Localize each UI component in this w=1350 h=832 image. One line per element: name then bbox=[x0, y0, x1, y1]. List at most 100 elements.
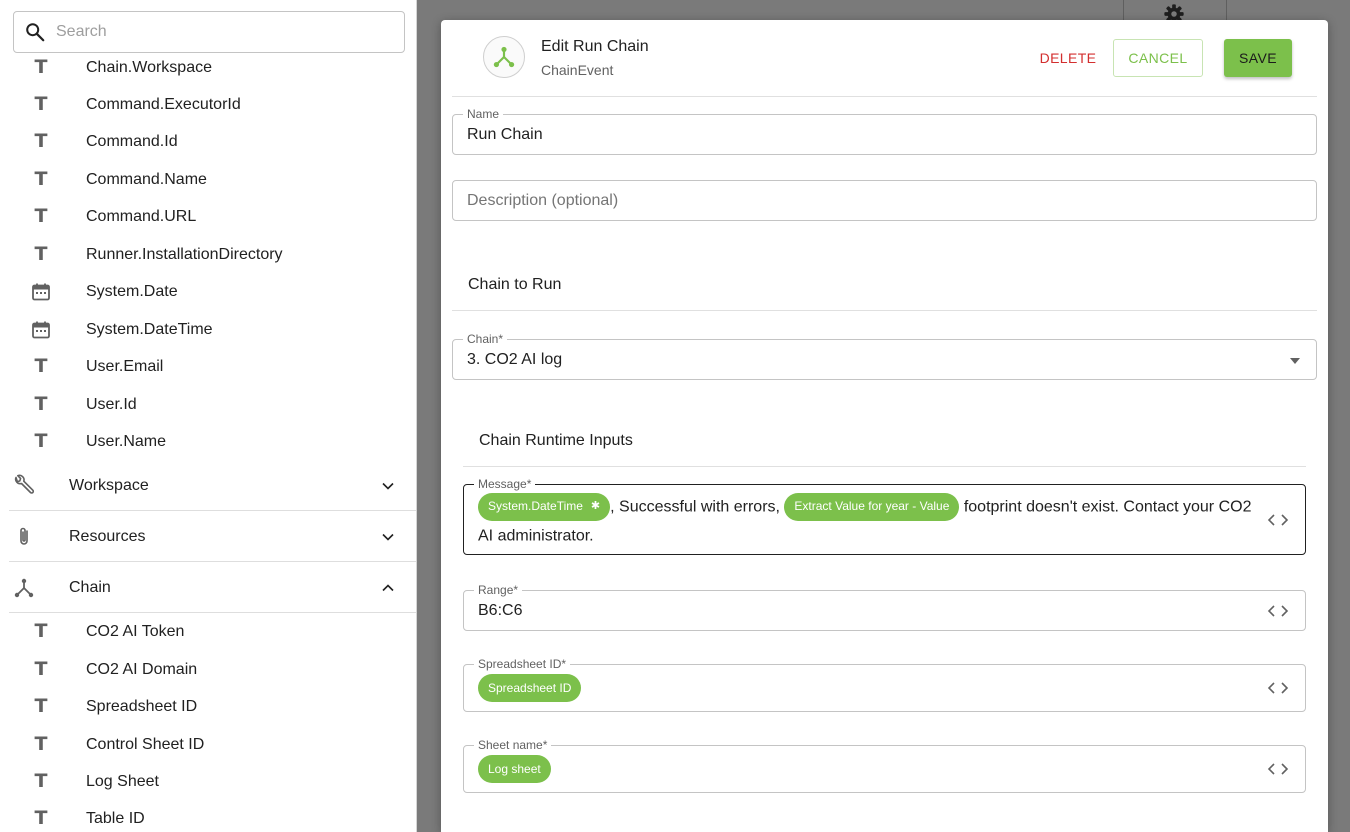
dropdown-arrow-icon[interactable] bbox=[1289, 357, 1301, 365]
variable-chip[interactable]: Log sheet bbox=[478, 755, 551, 783]
variable-label: Runner.InstallationDirectory bbox=[86, 245, 283, 263]
variable-item[interactable]: System.Date bbox=[0, 273, 416, 310]
variable-label: User.Id bbox=[86, 395, 137, 413]
variable-item[interactable]: T Runner.InstallationDirectory bbox=[0, 236, 416, 273]
variable-label: System.Date bbox=[86, 282, 178, 300]
variable-item[interactable]: T Command.URL bbox=[0, 198, 416, 235]
variable-label: System.DateTime bbox=[86, 320, 213, 338]
variable-label: Chain.Workspace bbox=[86, 58, 212, 76]
variable-label: User.Name bbox=[86, 432, 167, 450]
chain-variable-item[interactable]: T Table ID bbox=[0, 800, 416, 832]
variable-item[interactable]: T Command.Id bbox=[0, 123, 416, 160]
chain-select[interactable]: Chain* 3. CO2 AI log bbox=[452, 332, 1317, 380]
text-type-icon: T bbox=[34, 695, 48, 717]
message-field[interactable]: Message* System.DateTime ✱ , Successful wi… bbox=[463, 477, 1306, 555]
chain-variable-item[interactable]: T Log Sheet bbox=[0, 763, 416, 800]
text-type-icon: T bbox=[34, 807, 48, 829]
cancel-button[interactable]: CANCEL bbox=[1113, 39, 1203, 77]
section-chain[interactable]: Chain bbox=[9, 563, 416, 613]
chain-logo-icon bbox=[483, 36, 525, 78]
chevron-up-icon[interactable] bbox=[381, 581, 395, 595]
message-content[interactable]: System.DateTime ✱ , Successful with errors… bbox=[478, 492, 1268, 551]
text-type-icon: T bbox=[34, 770, 48, 792]
variable-label: CO2 AI Token bbox=[86, 622, 185, 640]
chain-variable-item[interactable]: T Spreadsheet ID bbox=[0, 688, 416, 725]
save-button[interactable]: SAVE bbox=[1224, 39, 1292, 77]
text-type-icon: T bbox=[34, 393, 48, 415]
text-type-icon: T bbox=[34, 243, 48, 265]
code-toggle-icon[interactable] bbox=[1267, 762, 1289, 776]
sheet-name-label: Sheet name* bbox=[474, 738, 552, 752]
dialog-header: Edit Run Chain ChainEvent DELETE CANCEL … bbox=[441, 20, 1328, 97]
dialog-subtitle: ChainEvent bbox=[541, 62, 614, 78]
variable-item[interactable]: T Command.ExecutorId bbox=[0, 86, 416, 123]
variables-panel: T Chain.Workspace T Command.ExecutorId T… bbox=[0, 0, 417, 832]
chain-variable-item[interactable]: T CO2 AI Token bbox=[0, 613, 416, 650]
calendar-icon bbox=[30, 319, 52, 341]
variable-label: User.Email bbox=[86, 357, 164, 375]
text-type-icon: T bbox=[34, 620, 48, 642]
chain-variable-item[interactable]: T Control Sheet ID bbox=[0, 726, 416, 763]
message-text: , Successful with errors, bbox=[610, 498, 785, 516]
section-label: Resources bbox=[69, 527, 146, 545]
chip-label: Spreadsheet ID bbox=[488, 681, 572, 695]
wrench-icon bbox=[11, 473, 37, 499]
text-type-icon: T bbox=[34, 56, 48, 78]
variable-item[interactable]: T Chain.Workspace bbox=[0, 49, 416, 86]
variable-item[interactable]: T Command.Name bbox=[0, 161, 416, 198]
chip-label: Extract Value for year - Value bbox=[794, 499, 950, 514]
range-label: Range* bbox=[474, 583, 523, 597]
variable-label: Control Sheet ID bbox=[86, 735, 205, 753]
delete-button[interactable]: DELETE bbox=[1021, 39, 1115, 77]
variable-label: Spreadsheet ID bbox=[86, 697, 198, 715]
text-type-icon: T bbox=[34, 130, 48, 152]
spreadsheet-id-field[interactable]: Spreadsheet ID* Spreadsheet ID bbox=[463, 657, 1306, 712]
variable-item[interactable]: System.DateTime bbox=[0, 311, 416, 348]
chain-variable-item[interactable]: T CO2 AI Domain bbox=[0, 651, 416, 688]
edit-run-chain-dialog: Edit Run Chain ChainEvent DELETE CANCEL … bbox=[441, 20, 1328, 832]
paperclip-icon bbox=[11, 524, 37, 550]
chevron-down-icon[interactable] bbox=[381, 479, 395, 493]
variable-item[interactable]: T User.Name bbox=[0, 423, 416, 460]
search-box[interactable] bbox=[13, 11, 405, 53]
section-divider bbox=[452, 310, 1317, 311]
variable-item[interactable]: T User.Id bbox=[0, 386, 416, 423]
header-divider bbox=[452, 96, 1317, 97]
chain-icon bbox=[11, 575, 37, 601]
section-resources[interactable]: Resources bbox=[9, 512, 416, 562]
section-label: Workspace bbox=[69, 476, 149, 494]
description-field[interactable]: Description (optional) bbox=[452, 180, 1317, 221]
chain-to-run-title: Chain to Run bbox=[468, 276, 562, 293]
variable-label: Command.Name bbox=[86, 170, 207, 188]
range-value: B6:C6 bbox=[478, 602, 523, 619]
chain-label: Chain* bbox=[463, 332, 508, 346]
search-input[interactable] bbox=[56, 23, 376, 41]
description-placeholder: Description (optional) bbox=[467, 192, 619, 209]
chevron-down-icon[interactable] bbox=[381, 530, 395, 544]
range-field[interactable]: Range* B6:C6 bbox=[463, 583, 1306, 631]
code-toggle-icon[interactable] bbox=[1267, 604, 1289, 618]
dialog-title: Edit Run Chain bbox=[541, 38, 649, 55]
variable-chip[interactable]: Extract Value for year - Value bbox=[784, 492, 960, 521]
name-value: Run Chain bbox=[467, 126, 543, 143]
variable-label: Command.ExecutorId bbox=[86, 95, 241, 113]
variable-chip[interactable]: System.DateTime ✱ bbox=[478, 492, 611, 521]
variable-item[interactable]: T User.Email bbox=[0, 348, 416, 385]
search-icon bbox=[26, 23, 45, 42]
section-workspace[interactable]: Workspace bbox=[9, 461, 416, 511]
calendar-icon bbox=[30, 281, 52, 303]
code-toggle-icon[interactable] bbox=[1267, 513, 1289, 527]
spreadsheet-id-label: Spreadsheet ID* bbox=[474, 657, 571, 671]
variable-chip[interactable]: Spreadsheet ID bbox=[478, 674, 582, 702]
variable-label: Command.URL bbox=[86, 207, 197, 225]
sheet-name-field[interactable]: Sheet name* Log sheet bbox=[463, 738, 1306, 793]
text-type-icon: T bbox=[34, 93, 48, 115]
name-field[interactable]: Name Run Chain bbox=[452, 107, 1317, 155]
text-type-icon: T bbox=[34, 205, 48, 227]
chain-value: 3. CO2 AI log bbox=[467, 351, 563, 368]
name-label: Name bbox=[463, 107, 504, 121]
chip-remove-icon[interactable]: ✱ bbox=[591, 492, 600, 521]
variable-label: Command.Id bbox=[86, 132, 178, 150]
code-toggle-icon[interactable] bbox=[1267, 681, 1289, 695]
message-label: Message* bbox=[474, 477, 536, 491]
